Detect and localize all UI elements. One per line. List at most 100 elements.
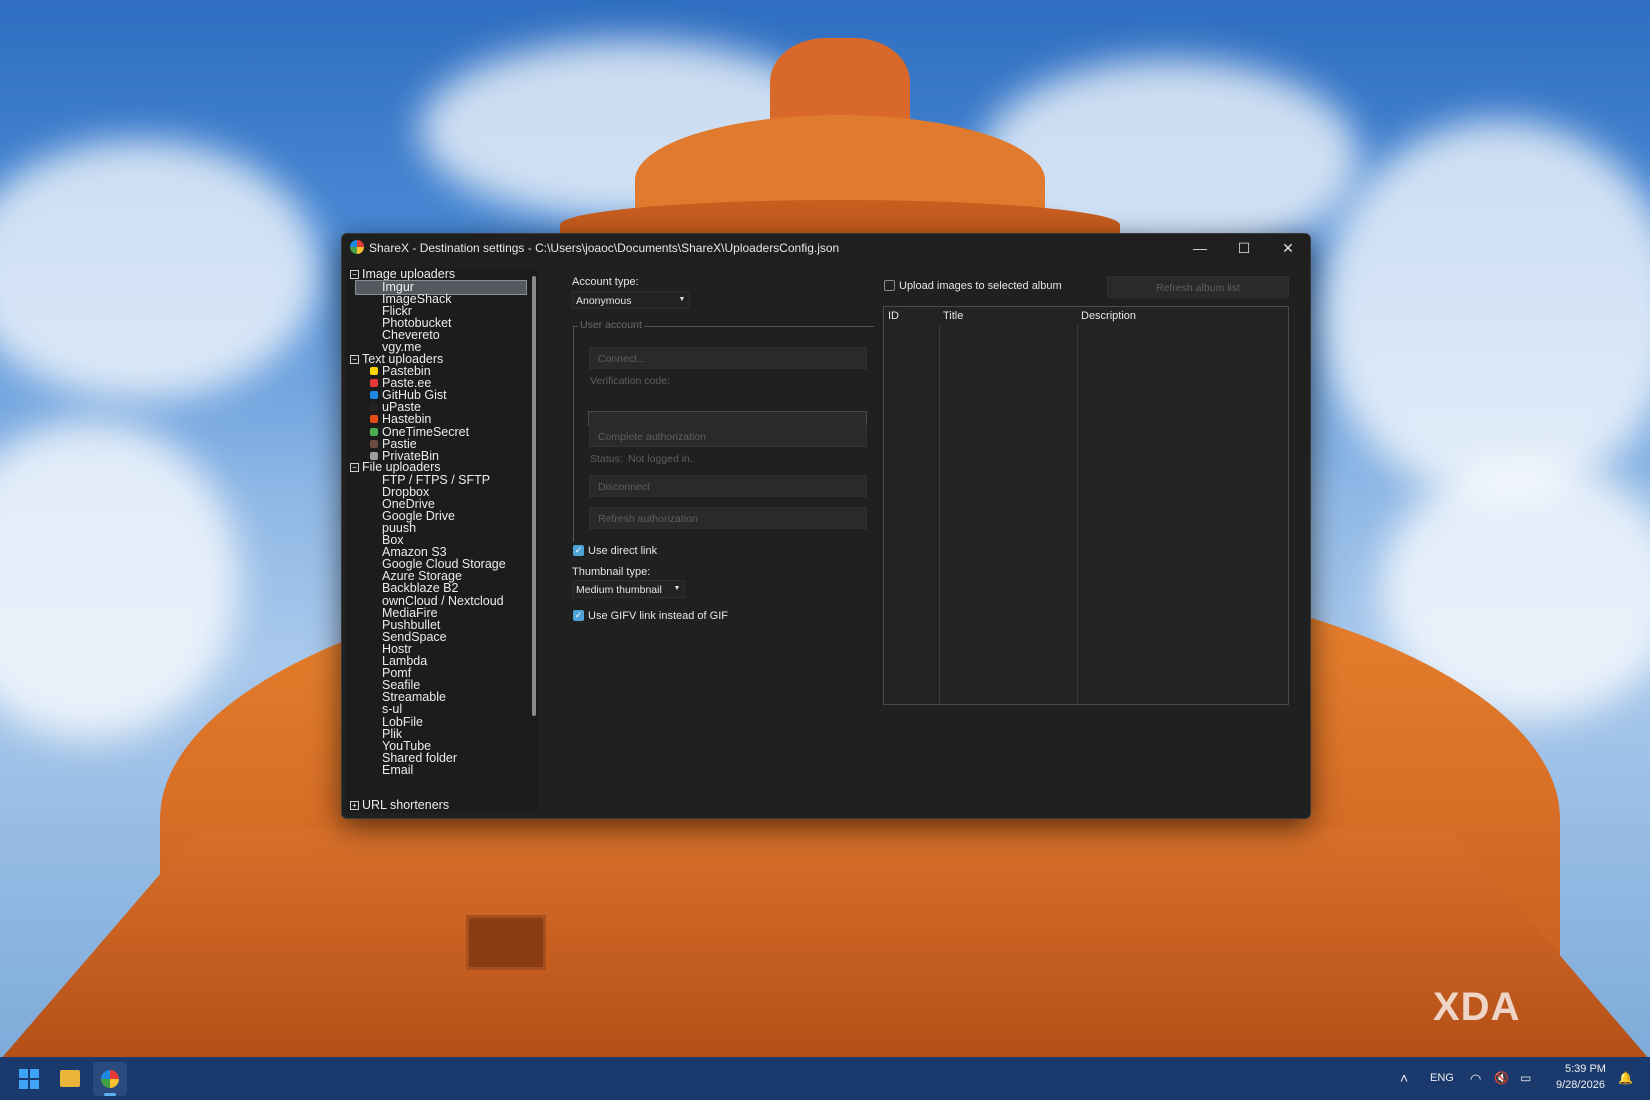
disconnect-button[interactable]: Disconnect: [589, 475, 867, 497]
tree-group-label: URL shorteners: [362, 798, 450, 812]
thumbnail-type-value: Medium thumbnail: [576, 584, 662, 596]
service-icon: [370, 742, 378, 750]
service-icon: [370, 718, 378, 726]
service-icon: [370, 681, 378, 689]
column-header-id[interactable]: ID: [884, 307, 939, 325]
collapse-toggle-icon[interactable]: −: [350, 463, 359, 472]
service-icon: [370, 560, 378, 568]
service-icon: [370, 391, 378, 400]
language-indicator[interactable]: ENG: [1430, 1072, 1454, 1084]
service-icon: [370, 343, 378, 351]
service-icon: [370, 584, 378, 592]
battery-icon[interactable]: ▭: [1520, 1071, 1531, 1085]
collapse-toggle-icon[interactable]: −: [350, 270, 359, 279]
tree-item[interactable]: Email: [356, 762, 526, 777]
wall-vent: [466, 915, 546, 970]
column-header-title[interactable]: Title: [939, 307, 1077, 325]
expand-toggle-icon[interactable]: +: [350, 801, 359, 810]
service-icon: [370, 572, 378, 580]
clock-date[interactable]: 9/28/2026: [1556, 1079, 1605, 1091]
service-icon: [370, 283, 378, 291]
user-account-group: User account Connect... Verification cod…: [573, 319, 874, 542]
service-icon: [370, 367, 378, 375]
destination-settings-window: ShareX - Destination settings - C:\Users…: [341, 233, 1311, 819]
tree-scrollbar-thumb[interactable]: [532, 276, 536, 716]
active-indicator: [104, 1093, 116, 1096]
thumbnail-type-select[interactable]: Medium thumbnail ▼: [572, 580, 685, 598]
service-icon: [370, 403, 378, 412]
service-icon: [370, 331, 378, 339]
chevron-down-icon: ▼: [673, 585, 681, 592]
verification-code-label: Verification code:: [590, 375, 670, 387]
use-gifv-checkbox[interactable]: ✓: [573, 610, 584, 621]
taskbar: ˄ ENG ◠ 🔇 ▭ 5:39 PM 9/28/2026 🔔: [0, 1057, 1650, 1100]
service-icon: [370, 295, 378, 303]
status-value: Not logged in.: [628, 453, 693, 465]
service-icon: [370, 669, 378, 677]
complete-authorization-button[interactable]: Complete authorization: [589, 425, 867, 447]
upload-to-album-checkbox[interactable]: [884, 280, 895, 291]
service-icon: [370, 524, 378, 532]
use-gifv-label[interactable]: Use GIFV link instead of GIF: [588, 610, 728, 622]
refresh-authorization-button[interactable]: Refresh authorization: [589, 507, 867, 529]
service-icon: [370, 512, 378, 520]
wifi-icon[interactable]: ◠: [1470, 1071, 1481, 1087]
thumbnail-type-label: Thumbnail type:: [572, 566, 651, 578]
user-account-group-title: User account: [578, 319, 644, 331]
service-icon: [370, 379, 378, 388]
account-type-value: Anonymous: [576, 295, 632, 307]
service-icon: [370, 621, 378, 629]
volume-muted-icon[interactable]: 🔇: [1494, 1071, 1509, 1085]
maximize-button[interactable]: ☐: [1222, 234, 1266, 262]
service-icon: [370, 319, 378, 327]
chevron-down-icon: ▼: [678, 296, 686, 303]
service-icon: [370, 488, 378, 496]
start-windows-icon[interactable]: [19, 1069, 39, 1089]
xda-watermark: XDA: [1433, 985, 1521, 1029]
tree-item-label: Email: [382, 762, 414, 777]
verification-code-input[interactable]: [588, 411, 867, 426]
service-icon: [370, 705, 378, 713]
connect-button[interactable]: Connect...: [589, 347, 867, 369]
service-icon: [370, 415, 378, 424]
service-icon: [370, 439, 378, 448]
service-icon: [370, 536, 378, 544]
upload-to-album-label[interactable]: Upload images to selected album: [899, 280, 1062, 292]
close-button[interactable]: ✕: [1266, 234, 1310, 262]
file-explorer-icon[interactable]: [60, 1070, 80, 1087]
service-icon: [370, 633, 378, 641]
collapse-toggle-icon[interactable]: −: [350, 355, 359, 364]
service-icon: [370, 548, 378, 556]
destination-tree[interactable]: − Image uploaders Imgur ImageShack Flickr P…: [346, 268, 530, 812]
service-icon: [370, 500, 378, 508]
tree-group-image-uploaders[interactable]: − Image uploaders: [346, 268, 526, 281]
minimize-button[interactable]: —: [1178, 234, 1222, 262]
title-bar[interactable]: ShareX - Destination settings - C:\Users…: [342, 234, 1310, 262]
service-icon: [370, 754, 378, 762]
service-icon: [370, 427, 378, 436]
use-direct-link-checkbox[interactable]: ✓: [573, 545, 584, 556]
service-icon: [370, 645, 378, 653]
service-icon: [370, 730, 378, 738]
clock-time[interactable]: 5:39 PM: [1565, 1063, 1606, 1075]
sharex-taskbar-button[interactable]: [93, 1062, 127, 1096]
account-type-label: Account type:: [572, 276, 639, 288]
sharex-icon: [101, 1070, 119, 1088]
service-icon: [370, 693, 378, 701]
service-icon: [370, 597, 378, 605]
album-list[interactable]: ID Title Description: [883, 306, 1289, 705]
column-divider: [1077, 325, 1078, 704]
account-type-select[interactable]: Anonymous ▼: [572, 291, 690, 309]
service-icon: [370, 476, 378, 484]
refresh-album-list-button[interactable]: Refresh album list: [1107, 276, 1289, 298]
column-divider: [939, 325, 940, 704]
notification-bell-icon[interactable]: 🔔: [1618, 1071, 1633, 1085]
chevron-up-icon[interactable]: ˄: [1400, 1070, 1408, 1086]
tree-group-url-shorteners[interactable]: + URL shorteners: [346, 799, 526, 812]
sharex-app-icon: [350, 240, 364, 254]
use-direct-link-label[interactable]: Use direct link: [588, 545, 657, 557]
service-icon: [370, 766, 378, 774]
service-icon: [370, 451, 378, 460]
column-header-description[interactable]: Description: [1077, 307, 1287, 325]
window-title: ShareX - Destination settings - C:\Users…: [369, 241, 840, 255]
